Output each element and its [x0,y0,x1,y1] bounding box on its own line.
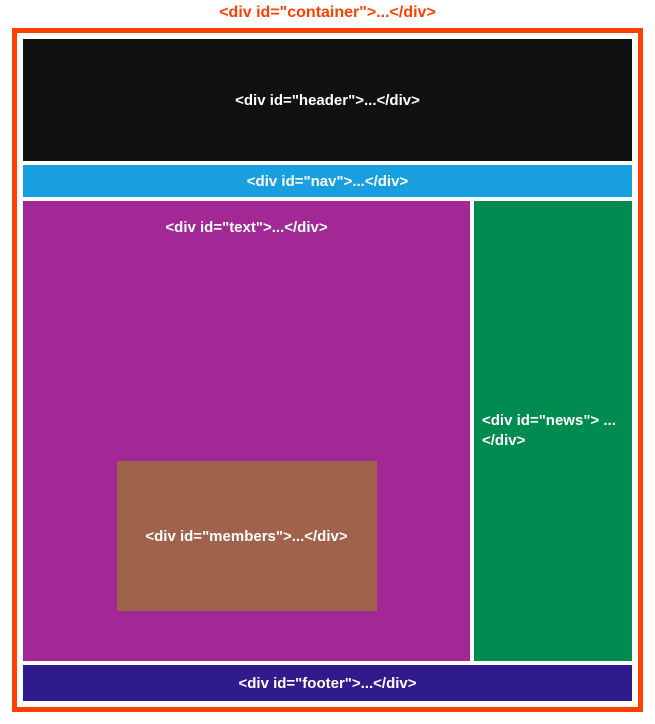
container-label: <div id="container">...</div> [0,4,655,22]
header-label: <div id="header">...</div> [235,92,420,109]
news-box: <div id="news"> ...</div> [474,201,632,661]
container-box: <div id="header">...</div> <div id="nav"… [12,28,643,712]
text-label: <div id="text">...</div> [23,219,470,236]
members-label: <div id="members">...</div> [145,528,347,545]
mid-row: <div id="text">...</div> <div id="member… [23,201,632,661]
text-box: <div id="text">...</div> <div id="member… [23,201,470,661]
nav-label: <div id="nav">...</div> [247,173,408,190]
news-label: <div id="news"> ...</div> [482,411,632,452]
diagram-wrapper: <div id="container">...</div> <div id="h… [0,0,655,724]
footer-label: <div id="footer">...</div> [238,675,416,692]
members-box: <div id="members">...</div> [117,461,377,611]
footer-box: <div id="footer">...</div> [23,665,632,701]
nav-box: <div id="nav">...</div> [23,165,632,197]
header-box: <div id="header">...</div> [23,39,632,161]
